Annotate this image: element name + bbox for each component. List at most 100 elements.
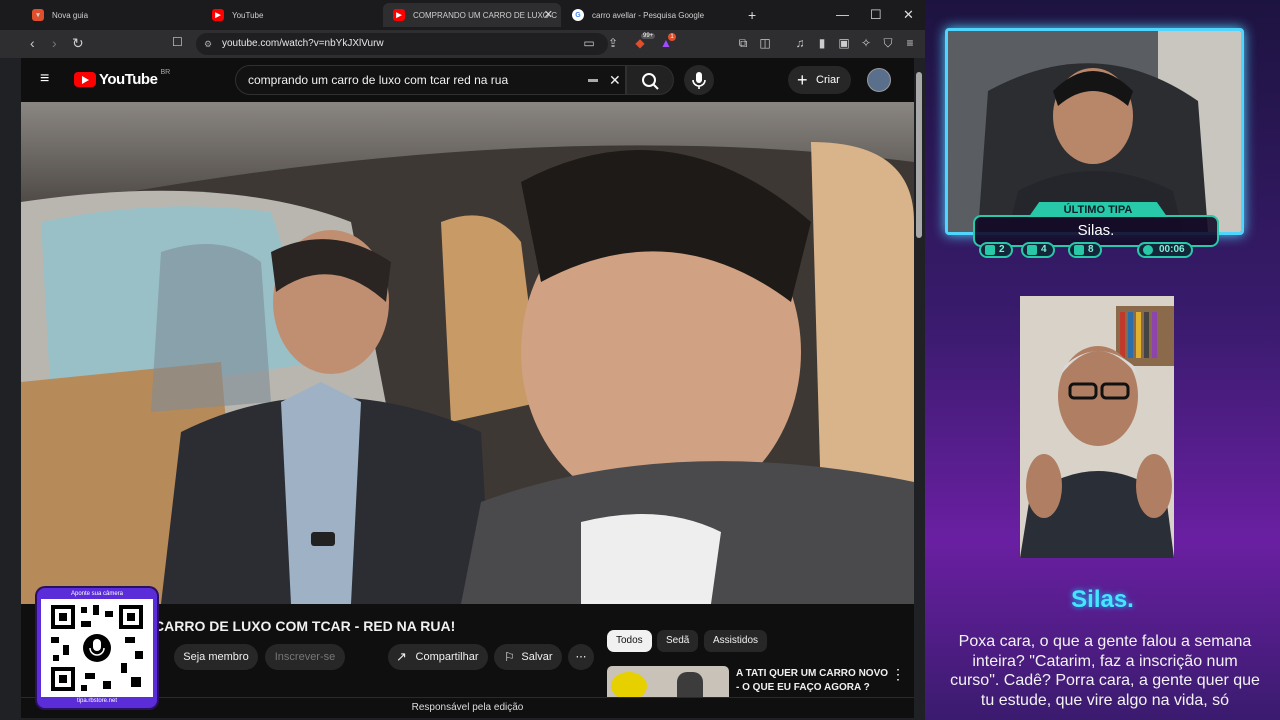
hamburger-menu-icon[interactable]: ≡ [40,70,49,88]
scrollbar-thumb[interactable] [916,72,922,238]
keyboard-icon[interactable]: ▬ [588,66,598,94]
more-actions-icon[interactable]: ⋯ [568,644,594,670]
guest-image [1020,296,1174,558]
shields-badge: 99+ [641,33,656,39]
recommendation-title-line2: - O QUE EU FAÇO AGORA ? [736,682,870,693]
page-scrollbar[interactable] [914,58,925,720]
sidebar-icon[interactable]: ▮ [815,36,829,50]
youtube-icon: ▶ [393,9,405,21]
address-bar-row: ‹ › ↻ ☐ ⚙ youtube.com/watch?v=nbYkJXlVur… [0,30,925,58]
microphone-icon [692,72,706,89]
voice-search-button[interactable] [684,65,714,95]
cast-icon[interactable]: ▭ [582,36,596,50]
video-player[interactable] [21,102,914,604]
menu-icon[interactable]: ≡ [903,36,917,50]
guest-video [1020,296,1174,558]
youtube-count-value: 4 [1041,244,1047,255]
rewards-badge: 1 [668,33,676,41]
minimize-icon[interactable]: — [836,7,849,22]
kick-count: 8 [1068,242,1102,258]
url-field[interactable]: ⚙ youtube.com/watch?v=nbYkJXlVurw [196,33,608,55]
qr-code-image [51,605,143,691]
tab-label: Nova guia [52,10,89,20]
recommendation-title-line1: A TATI QUER UM CARRO NOVO [736,668,889,679]
new-tab-button[interactable]: + [748,7,756,23]
plus-icon: + [797,70,808,90]
share-page-icon[interactable]: ⇪ [606,36,620,50]
media-icon[interactable]: ♫ [793,36,807,50]
twitch-count-value: 2 [999,244,1005,255]
youtube-logo[interactable]: YouTube BR [74,69,171,88]
streamer-image [948,31,1241,232]
region-code: BR [160,69,171,76]
tab-new-tab[interactable]: ▾ Nova guia [22,3,200,27]
account-avatar[interactable] [867,68,891,92]
reload-icon[interactable]: ↻ [72,35,84,52]
chip-assistidos[interactable]: Assistidos [704,630,768,652]
share-button[interactable]: ↗ Compartilhar [388,644,488,670]
extensions-icon[interactable]: ⧉ [736,36,750,50]
youtube-logo-text: YouTube [99,71,158,88]
vpn-icon[interactable]: ⛉ [881,36,895,50]
twitch-icon [985,245,995,255]
join-button[interactable]: Seja membro [174,644,258,670]
brave-icon: ▾ [32,9,44,21]
video-title: CARRO DE LUXO COM TCAR - RED NA RUA! [154,618,456,634]
site-info-icon[interactable]: ⚙ [204,33,212,55]
tab-video[interactable]: ▶ COMPRANDO UM CARRO DE LUXO C ✕ [383,3,561,27]
youtube-header: ≡ YouTube BR comprando um carro de luxo … [21,58,914,102]
chip-todos[interactable]: Todos [607,630,652,652]
screen: ▾ Nova guia ▶ YouTube ▶ COMPRANDO UM CAR… [0,0,1280,720]
tab-bar: ▾ Nova guia ▶ YouTube ▶ COMPRANDO UM CAR… [0,0,925,30]
youtube-icon [1027,245,1037,255]
close-window-icon[interactable]: ✕ [903,7,914,23]
timer: 00:06 [1137,242,1193,258]
close-tab-icon[interactable]: ✕ [544,8,553,21]
tab-label: COMPRANDO UM CARRO DE LUXO C [413,10,558,20]
recommendation-title[interactable]: A TATI QUER UM CARRO NOVO - O QUE EU FAÇ… [736,667,888,695]
share-icon: ↗ [396,649,407,664]
save-label: Salvar [521,651,553,663]
tab-label: carro avellar - Pesquisa Google [592,10,705,20]
bookmark-save-icon: ⚐ [504,650,515,664]
create-label: Criar [816,74,840,86]
tab-label: YouTube [232,10,264,20]
save-button[interactable]: ⚐ Salvar [494,644,562,670]
tip-message: Poxa cara, o que a gente falou a semana … [950,633,1260,709]
wallet-icon[interactable]: ▣ [837,36,851,50]
timer-value: 00:06 [1159,244,1185,255]
chip-seda[interactable]: Sedã [657,630,699,652]
subscribe-button[interactable]: Inscrever-se [265,644,345,670]
search-query: comprando um carro de luxo com tcar red … [248,73,509,87]
screenshot-icon[interactable]: ◫ [758,36,772,50]
url-text: youtube.com/watch?v=nbYkJXlVurw [222,38,384,49]
video-frame-image [21,102,914,604]
tab-youtube[interactable]: ▶ YouTube [202,3,380,27]
qr-code-overlay: Aponte sua câmera tipa.rbstore.net [37,588,157,708]
search-icon [642,73,659,90]
create-button[interactable]: + Criar [788,66,851,94]
youtube-icon [74,72,96,87]
share-label: Compartilhar [415,651,479,663]
youtube-icon: ▶ [212,9,224,21]
youtube-count: 4 [1021,242,1055,258]
clear-search-icon[interactable]: ✕ [609,66,621,94]
search-input[interactable]: comprando um carro de luxo com tcar red … [235,65,626,95]
kick-icon [1074,245,1084,255]
whatsapp-icon [1143,245,1153,255]
leo-ai-icon[interactable]: ✧ [859,36,873,50]
tab-google[interactable]: G carro avellar - Pesquisa Google [562,3,740,27]
speaker-name: Silas. [1071,586,1134,613]
stream-panel: ÚLTIMO TIPA Silas. 2 4 8 00:06 Silas. Po… [925,0,1280,720]
qr-top-text: Aponte sua câmera [41,590,153,599]
recommendation-menu-icon[interactable]: ⋮ [891,666,905,683]
back-icon[interactable]: ‹ [30,35,35,51]
bookmark-icon[interactable]: ☐ [172,35,183,49]
forward-icon[interactable]: › [52,35,57,51]
qr-bottom-text: tipa.rbstore.net [41,697,153,706]
google-icon: G [572,9,584,21]
maximize-icon[interactable]: ☐ [870,7,882,23]
kick-count-value: 8 [1088,244,1094,255]
twitch-count: 2 [979,242,1013,258]
search-button[interactable] [626,65,674,95]
